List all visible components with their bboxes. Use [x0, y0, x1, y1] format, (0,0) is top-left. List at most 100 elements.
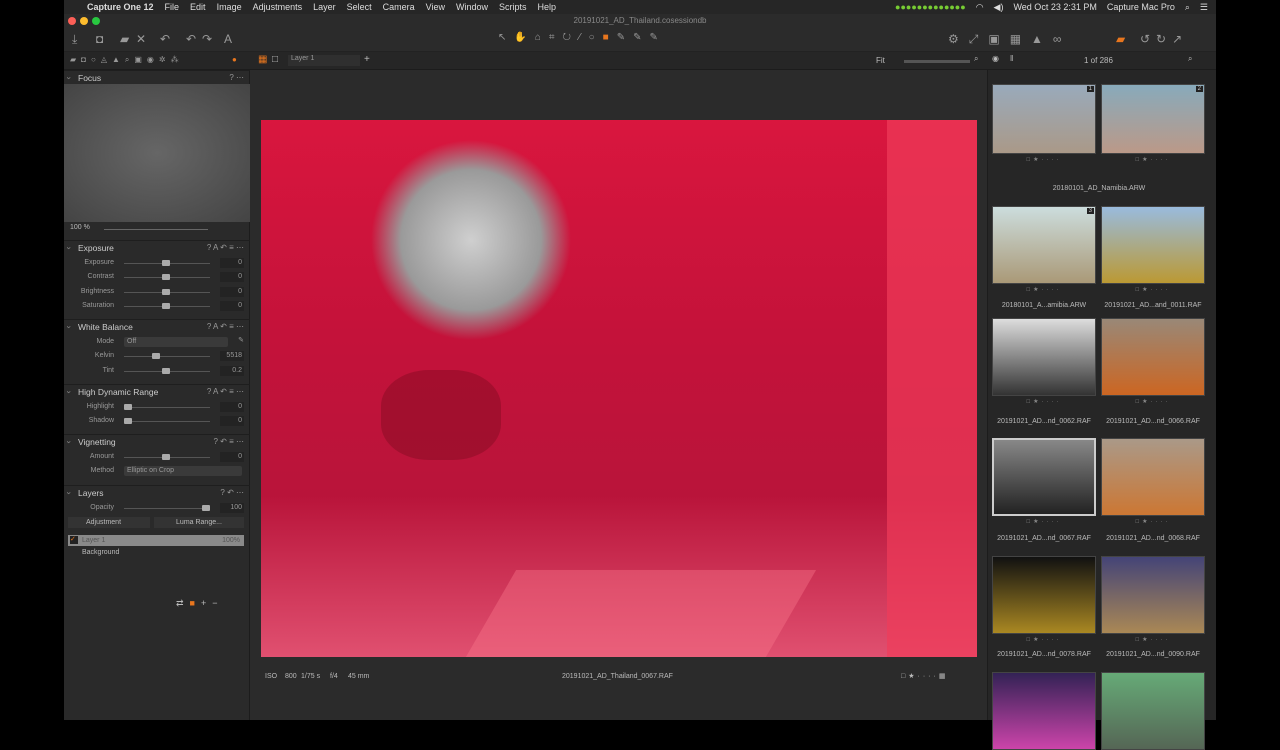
zoom-slider[interactable]	[904, 60, 970, 63]
add-layer-icon[interactable]: +	[364, 54, 370, 65]
menu-camera[interactable]: Camera	[383, 2, 415, 12]
capture-icon[interactable]: ◘	[96, 32, 103, 46]
thumbnail-rating[interactable]: □★····	[992, 518, 1096, 525]
thumbnail[interactable]: 3	[992, 206, 1096, 284]
amount-row[interactable]: Amount 0	[64, 451, 250, 463]
menu-file[interactable]: File	[165, 2, 180, 12]
image-viewer-photo-mask-overlay[interactable]	[261, 120, 977, 657]
value[interactable]: 0	[220, 272, 244, 282]
folder-icon[interactable]: ▰	[120, 32, 129, 46]
thumbnail[interactable]	[992, 672, 1096, 750]
luma-range-button[interactable]: Luma Range...	[154, 517, 244, 528]
thumbnail[interactable]	[1101, 206, 1205, 284]
import-icon[interactable]: ⤓	[72, 32, 77, 47]
value[interactable]: 0	[220, 287, 244, 297]
brightness-row[interactable]: Brightness 0	[64, 286, 250, 298]
thumbnail[interactable]: 1	[992, 84, 1096, 154]
undo-icon-2[interactable]: ↶	[186, 32, 196, 46]
redo-icon[interactable]: ↷	[202, 32, 212, 46]
thumbnail-rating[interactable]: □★····	[992, 286, 1096, 293]
value[interactable]: 0	[220, 452, 244, 462]
layer-type-select[interactable]: Adjustment	[68, 517, 150, 528]
panel-menu-icon[interactable]: ? A ↶ ≡ ⋯	[207, 320, 244, 334]
layer-item-selected[interactable]: ✓ Layer 1 100%	[68, 535, 244, 546]
value[interactable]: 0	[220, 258, 244, 268]
wifi-icon[interactable]: ◠	[976, 2, 984, 13]
slider-knob[interactable]	[162, 303, 170, 309]
grid-view-icon[interactable]: ▦	[258, 54, 267, 65]
value[interactable]: 5518	[220, 351, 244, 361]
close-button[interactable]	[68, 17, 76, 25]
value[interactable]: 0	[220, 402, 244, 412]
search-icon[interactable]: ⌕	[1188, 54, 1192, 64]
menu-edit[interactable]: Edit	[190, 2, 206, 12]
notification-icon[interactable]: ☰	[1200, 2, 1208, 13]
wb-mode-select[interactable]: Off	[124, 337, 228, 347]
layer-checkbox[interactable]: ✓	[70, 536, 78, 544]
zoom-icon[interactable]: ⌕	[974, 54, 978, 64]
thumbnail-rating[interactable]: □★····	[992, 636, 1096, 643]
menu-adjustments[interactable]: Adjustments	[253, 2, 303, 12]
rating-stars[interactable]: □★····▦	[901, 672, 948, 680]
highlight-row[interactable]: Highlight 0	[64, 401, 250, 413]
picker-icon[interactable]: ✎	[238, 336, 244, 344]
menu-window[interactable]: Window	[456, 2, 488, 12]
slider-knob[interactable]	[162, 454, 170, 460]
thumbnail[interactable]	[1101, 556, 1205, 634]
panel-menu-icon[interactable]: ? ⋯	[229, 71, 244, 85]
thumbnail-rating[interactable]: □★····	[1101, 518, 1205, 525]
menu-view[interactable]: View	[426, 2, 445, 12]
delete-icon[interactable]: ✕	[136, 32, 146, 46]
single-view-icon[interactable]: □	[272, 54, 278, 65]
layer-actions[interactable]: ⇄■+−	[176, 598, 224, 609]
panel-menu-icon[interactable]: ? ↶ ≡ ⋯	[214, 435, 245, 449]
panel-menu-icon[interactable]: ? ↶ ⋯	[220, 486, 244, 500]
slider-knob[interactable]	[124, 418, 132, 424]
thumbnail-rating[interactable]: □★····	[1101, 636, 1205, 643]
menu-layer[interactable]: Layer	[313, 2, 336, 12]
undo-icon[interactable]: ↶	[160, 32, 170, 46]
clock[interactable]: Wed Oct 23 2:31 PM	[1013, 2, 1096, 12]
value[interactable]: 0.2	[220, 366, 244, 376]
rotate-icons[interactable]: ↺↻↗	[1140, 32, 1188, 46]
layer-select[interactable]: Layer 1	[288, 55, 360, 66]
vignetting-header[interactable]: Vignetting ? ↶ ≡ ⋯	[64, 434, 250, 448]
slider-knob[interactable]	[162, 289, 170, 295]
kelvin-row[interactable]: Kelvin 5518	[64, 350, 250, 362]
value[interactable]: 0	[220, 301, 244, 311]
thumbnail[interactable]	[992, 318, 1096, 396]
eye-icon[interactable]: ◉	[992, 54, 999, 63]
thumbnail-rating[interactable]: □★····	[1101, 156, 1205, 163]
settings-icons[interactable]: ⚙⤢▣▦▲∞	[948, 32, 1071, 47]
panel-menu-icon[interactable]: ? A ↶ ≡ ⋯	[207, 385, 244, 399]
menu-image[interactable]: Image	[217, 2, 242, 12]
copy-icon[interactable]: ▰	[1116, 32, 1125, 46]
user-name[interactable]: Capture Mac Pro	[1107, 2, 1175, 12]
thumbnail-rating[interactable]: □★····	[992, 398, 1096, 405]
focus-header[interactable]: Focus ? ⋯	[64, 70, 250, 84]
slider-knob[interactable]	[152, 353, 160, 359]
focus-zoom-slider[interactable]	[104, 229, 208, 230]
slider-knob[interactable]	[162, 260, 170, 266]
thumbnail[interactable]	[992, 556, 1096, 634]
panel-menu-icon[interactable]: ? A ↶ ≡ ⋯	[207, 241, 244, 255]
saturation-row[interactable]: Saturation 0	[64, 300, 250, 312]
tool-tab-icons[interactable]: ▰◘○◬▲⌕▣◉✲⁂	[70, 55, 184, 65]
menu-select[interactable]: Select	[347, 2, 372, 12]
minimize-button[interactable]	[80, 17, 88, 25]
spotlight-icon[interactable]: ⌕	[1185, 2, 1190, 13]
volume-icon[interactable]: ◀)	[994, 2, 1004, 13]
thumbnail[interactable]	[992, 438, 1096, 516]
slider-knob[interactable]	[202, 505, 210, 511]
filter-icon[interactable]: ‖	[1010, 54, 1013, 63]
method-select[interactable]: Elliptic on Crop	[124, 466, 242, 476]
thumbnail[interactable]: 2	[1101, 84, 1205, 154]
thumbnail-rating[interactable]: □★····	[1101, 398, 1205, 405]
tint-row[interactable]: Tint 0.2	[64, 365, 250, 377]
value[interactable]: 0	[220, 416, 244, 426]
contrast-row[interactable]: Contrast 0	[64, 271, 250, 283]
text-icon[interactable]: A	[224, 32, 232, 46]
layer-item-background[interactable]: Background	[82, 549, 119, 556]
slider-knob[interactable]	[162, 274, 170, 280]
exposure-row[interactable]: Exposure 0	[64, 257, 250, 269]
